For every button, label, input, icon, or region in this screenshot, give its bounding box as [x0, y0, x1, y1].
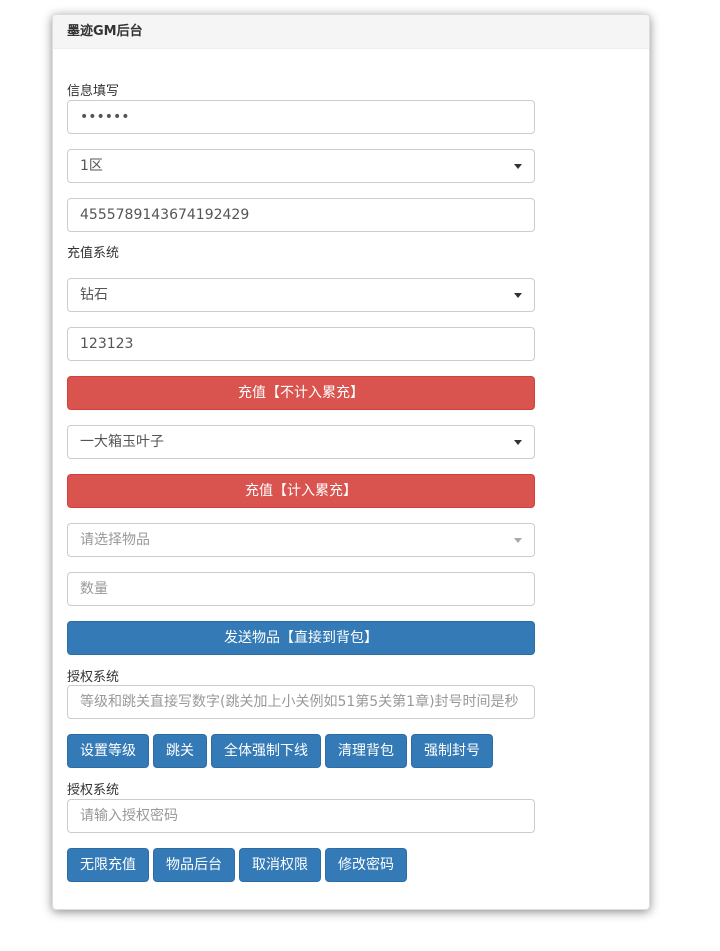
set-level-button[interactable]: 设置等级 — [67, 734, 149, 768]
recharge-section-label: 充值系统 — [67, 246, 120, 261]
admin-button-row: 设置等级 跳关 全体强制下线 清理背包 强制封号 — [67, 734, 493, 768]
recharge-accumulate-button[interactable]: 充值【计入累充】 — [67, 474, 535, 508]
caret-down-icon — [514, 440, 522, 445]
force-ban-button[interactable]: 强制封号 — [411, 734, 493, 768]
command-input[interactable] — [67, 685, 535, 719]
password-field[interactable]: •••••• — [67, 100, 535, 134]
send-item-button[interactable]: 发送物品【直接到背包】 — [67, 621, 535, 655]
auth-section-label-2: 授权系统 — [67, 783, 120, 798]
auth-button-row: 无限充值 物品后台 取消权限 修改密码 — [67, 848, 407, 882]
player-id-field[interactable]: 4555789143674192429 — [67, 198, 535, 232]
server-select-value: 1区 — [80, 158, 103, 174]
quantity-input[interactable] — [67, 572, 535, 606]
panel-title: 墨迹GM后台 — [53, 15, 649, 49]
gm-panel: 墨迹GM后台 信息填写 •••••• 1区 455578914367419242… — [52, 14, 650, 910]
clear-bag-button[interactable]: 清理背包 — [325, 734, 407, 768]
revoke-permission-button[interactable]: 取消权限 — [239, 848, 321, 882]
package-select-value: 一大箱玉叶子 — [80, 434, 164, 450]
currency-select[interactable]: 钻石 — [67, 278, 535, 312]
caret-down-icon — [514, 293, 522, 298]
force-logout-all-button[interactable]: 全体强制下线 — [211, 734, 321, 768]
amount-field[interactable]: 123123 — [67, 327, 535, 361]
item-select[interactable]: 请选择物品 — [67, 523, 535, 557]
change-password-button[interactable]: 修改密码 — [325, 848, 407, 882]
caret-down-icon — [514, 538, 522, 543]
skip-level-button[interactable]: 跳关 — [153, 734, 207, 768]
item-select-placeholder: 请选择物品 — [80, 532, 150, 548]
server-select[interactable]: 1区 — [67, 149, 535, 183]
recharge-no-accumulate-button[interactable]: 充值【不计入累充】 — [67, 376, 535, 410]
caret-down-icon — [514, 164, 522, 169]
auth-password-input[interactable] — [67, 799, 535, 833]
auth-section-label: 授权系统 — [67, 670, 120, 685]
currency-select-value: 钻石 — [80, 287, 108, 303]
item-backend-button[interactable]: 物品后台 — [153, 848, 235, 882]
package-select[interactable]: 一大箱玉叶子 — [67, 425, 535, 459]
info-section-label: 信息填写 — [67, 84, 120, 99]
unlimited-recharge-button[interactable]: 无限充值 — [67, 848, 149, 882]
